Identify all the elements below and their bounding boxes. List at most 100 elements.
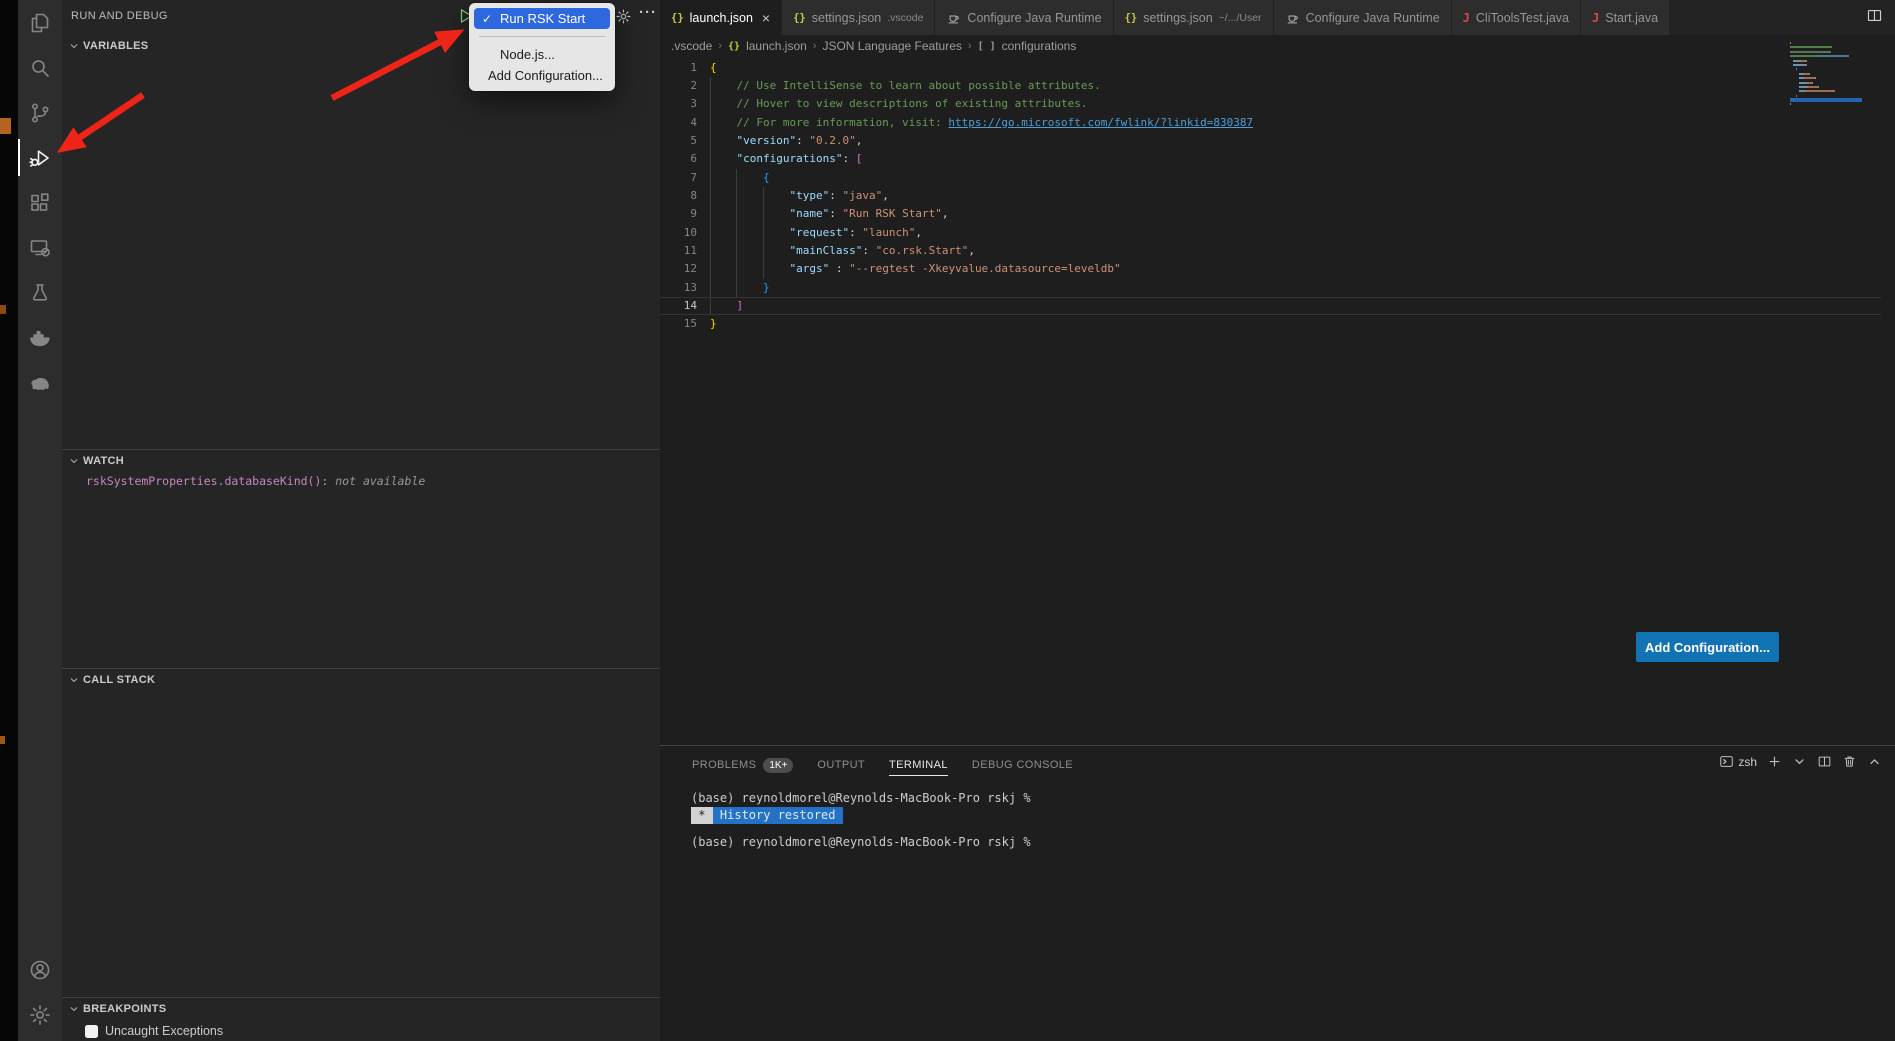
account-icon [28, 958, 52, 982]
split-editor-icon[interactable] [1866, 7, 1883, 29]
line-number: 9 [660, 205, 697, 223]
source-control-icon [28, 101, 52, 125]
uncaught-exceptions-checkbox[interactable] [85, 1025, 98, 1038]
code-line[interactable]: 7 { [660, 169, 1895, 187]
java-cup-icon [1285, 10, 1300, 25]
gradle-elephant-icon [28, 371, 52, 395]
menu-item-add-configuration[interactable]: Add Configuration... [474, 65, 610, 86]
activity-bar-item-search[interactable] [18, 45, 62, 90]
code-line[interactable]: 8 "type": "java", [660, 187, 1895, 205]
gear-icon[interactable] [615, 8, 635, 28]
plus-button[interactable] [1767, 754, 1782, 769]
line-number: 11 [660, 242, 697, 260]
activity-bar-item-run-and-debug[interactable] [18, 135, 62, 180]
breadcrumb-item[interactable]: JSON Language Features [822, 39, 961, 53]
panel-tab-problems[interactable]: PROBLEMS1K+ [692, 746, 793, 784]
code-line[interactable]: 6 "configurations": [ [660, 150, 1895, 168]
tab-description: .vscode [887, 12, 923, 24]
code-line[interactable]: 1{ [660, 59, 1895, 77]
activity-bar-item-testing[interactable] [18, 270, 62, 315]
minimap[interactable] [1790, 42, 1862, 108]
editor-tab-clitoolstest-java[interactable]: JCliToolsTest.java [1452, 0, 1581, 35]
terminal-highlight-chip: * [691, 807, 713, 824]
line-number: 2 [660, 77, 697, 95]
code-line-text: { [697, 59, 717, 77]
code-line-text: "type": "java", [697, 187, 889, 205]
shell-label: zsh [1738, 755, 1757, 769]
breadcrumb-item[interactable]: launch.json [746, 39, 807, 53]
editor-tab-settings-json[interactable]: {}settings.json.vscode [782, 0, 935, 35]
code-line-text: } [697, 279, 770, 297]
split-editor-button[interactable] [1817, 754, 1832, 769]
line-number: 5 [660, 132, 697, 150]
code-line-text: // Use IntelliSense to learn about possi… [697, 77, 1101, 95]
menu-item-label: Node.js... [500, 47, 555, 62]
menu-item-node-js[interactable]: Node.js... [474, 44, 610, 65]
line-number: 3 [660, 95, 697, 113]
add-configuration-button[interactable]: Add Configuration... [1636, 632, 1779, 662]
code-line[interactable]: 2 // Use IntelliSense to learn about pos… [660, 77, 1895, 95]
bottom-panel: PROBLEMS1K+ OUTPUT TERMINAL DEBUG CONSOLE z… [660, 745, 1895, 1041]
docker-icon [28, 326, 52, 350]
activity-bar-item-source-control[interactable] [18, 90, 62, 135]
breakpoints-section: BREAKPOINTS Uncaught Exceptions [62, 997, 660, 1041]
plus-icon [1767, 754, 1782, 769]
json-icon: {} [793, 12, 806, 24]
breadcrumb: .vscode›{}launch.json›JSON Language Feat… [660, 35, 1895, 57]
editor-tab-start-java[interactable]: JStart.java [1581, 0, 1670, 35]
breadcrumb-item[interactable]: configurations [1002, 39, 1077, 53]
call-stack-section-header[interactable]: CALL STACK [62, 669, 660, 691]
code-line[interactable]: 10 "request": "launch", [660, 224, 1895, 242]
desktop-fragment [0, 118, 11, 134]
activity-bar-item-manage[interactable] [18, 992, 62, 1037]
chevron-up-button[interactable] [1867, 754, 1882, 769]
code-line-text: "args" : "--regtest -Xkeyvalue.datasourc… [697, 260, 1121, 278]
activity-bar-item-remote-explorer[interactable] [18, 225, 62, 270]
panel-tab-terminal[interactable]: TERMINAL [889, 746, 948, 784]
code-line[interactable]: 4 // For more information, visit: https:… [660, 114, 1895, 132]
editor-tab-settings-json[interactable]: {}settings.json~/.../User [1114, 0, 1274, 35]
code-line[interactable]: 14 ] [660, 297, 1895, 315]
panel-tab-debug-console[interactable]: DEBUG CONSOLE [972, 746, 1073, 784]
activity-bar-item-accounts[interactable] [18, 947, 62, 992]
tab-label: launch.json [690, 11, 753, 25]
minimap-line [1790, 73, 1862, 75]
activity-bar-item-explorer[interactable] [18, 0, 62, 45]
watch-section-header[interactable]: WATCH [62, 450, 660, 472]
shell-terminal-button[interactable]: zsh [1719, 754, 1757, 769]
menu-item-run-rsk-start[interactable]: ✓Run RSK Start [474, 8, 610, 29]
code-line[interactable]: 5 "version": "0.2.0", [660, 132, 1895, 150]
minimap-line [1790, 86, 1862, 88]
shell-terminal-icon [1719, 754, 1734, 769]
code-line[interactable]: 11 "mainClass": "co.rsk.Start", [660, 242, 1895, 260]
editor-tab-launch-json[interactable]: {}launch.json× [660, 0, 782, 35]
activity-bar-item-extensions[interactable] [18, 180, 62, 225]
terminal-output[interactable]: (base) reynoldmorel@Reynolds-MacBook-Pro… [691, 790, 1875, 852]
breadcrumb-item[interactable]: .vscode [671, 39, 712, 53]
chevron-down-icon [68, 1003, 80, 1015]
activity-bar-item-gradle[interactable] [18, 360, 62, 405]
chevron-down-button[interactable] [1792, 754, 1807, 769]
watch-section-label: WATCH [83, 455, 124, 467]
code-line[interactable]: 15} [660, 315, 1895, 333]
trash-button[interactable] [1842, 754, 1857, 769]
breakpoint-row: Uncaught Exceptions [62, 1020, 660, 1041]
chevron-down-icon [1792, 754, 1807, 769]
watch-expression-row[interactable]: rskSystemProperties.databaseKind(): not … [62, 472, 660, 490]
breakpoints-section-header[interactable]: BREAKPOINTS [62, 998, 660, 1020]
code-line[interactable]: 13 } [660, 279, 1895, 297]
desktop-background-strip [0, 0, 18, 1041]
watch-value: not available [335, 474, 425, 488]
more-actions-button[interactable]: ··· [639, 4, 657, 21]
close-icon[interactable]: × [762, 11, 770, 25]
code-line[interactable]: 3 // Hover to view descriptions of exist… [660, 95, 1895, 113]
code-line[interactable]: 12 "args" : "--regtest -Xkeyvalue.dataso… [660, 260, 1895, 278]
tab-label: Configure Java Runtime [1306, 11, 1440, 25]
editor-tab-configure-java-runtime[interactable]: Configure Java Runtime [935, 0, 1113, 35]
sidebar-title: RUN AND DEBUG [71, 10, 168, 22]
code-line[interactable]: 9 "name": "Run RSK Start", [660, 205, 1895, 223]
chevron-down-icon [68, 40, 80, 52]
panel-tab-output[interactable]: OUTPUT [817, 746, 865, 784]
editor-tab-configure-java-runtime[interactable]: Configure Java Runtime [1274, 0, 1452, 35]
activity-bar-item-docker[interactable] [18, 315, 62, 360]
